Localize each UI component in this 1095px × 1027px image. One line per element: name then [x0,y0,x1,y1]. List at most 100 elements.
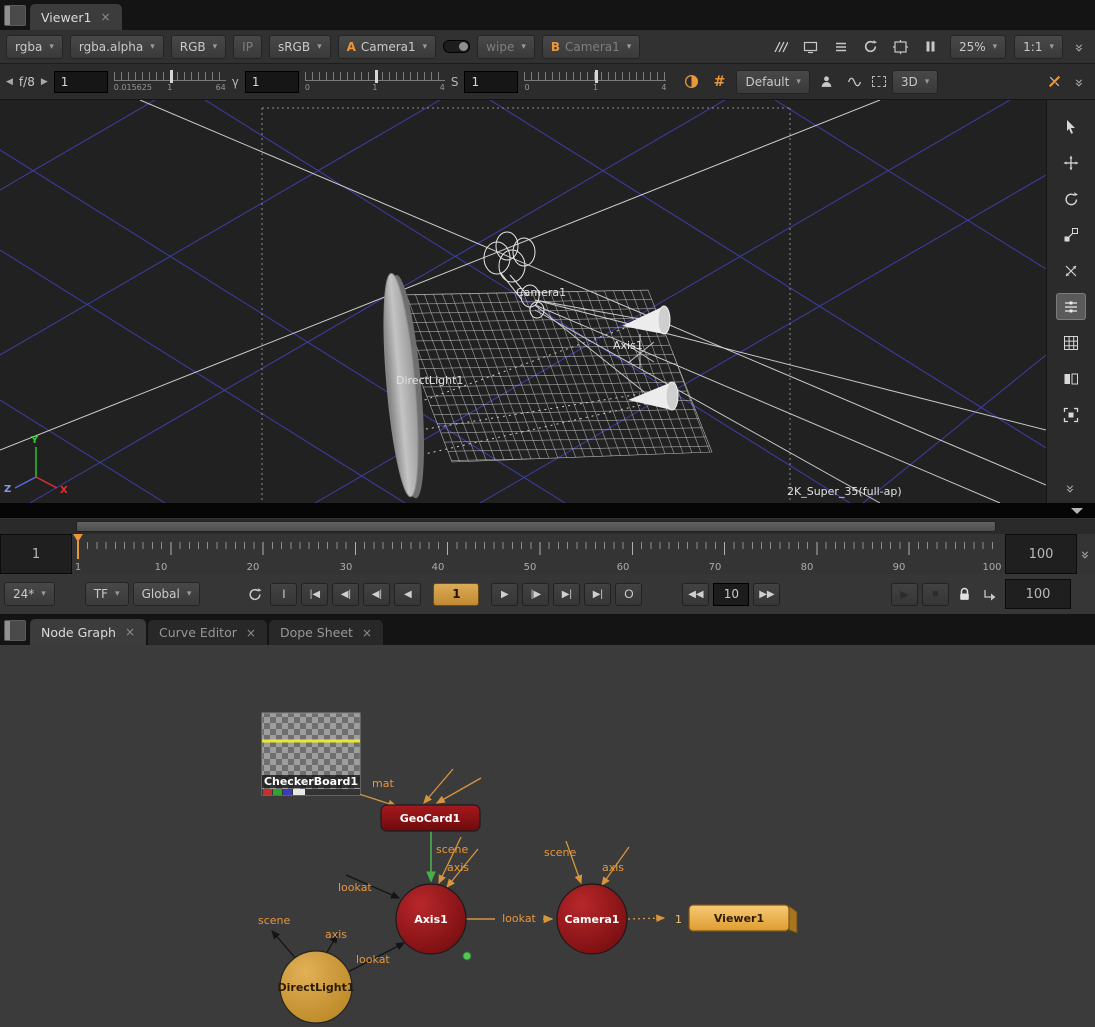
node-viewer1[interactable]: Viewer1 [689,905,797,933]
display-channel-dropdown[interactable]: RGB [171,35,226,59]
node-geocard1[interactable]: GeoCard1 [381,805,480,831]
range-end-field[interactable]: 100 [1005,534,1077,574]
zoom-dropdown[interactable]: 25% [950,35,1006,59]
play-button[interactable]: ▶ [491,583,518,606]
tab-viewer1[interactable]: Viewer1 × [30,4,122,30]
transform-jack-icon[interactable] [1056,257,1086,284]
gamma-field[interactable]: 1 [245,71,299,93]
timeline-expand-chevron-icon[interactable] [1077,543,1095,565]
stop-render-button[interactable]: ■ [922,583,949,606]
blue-chip [283,789,292,795]
panel-menu-icon[interactable] [4,620,26,641]
frame-increment-field[interactable]: 10 [713,583,749,606]
gain-increase-icon[interactable]: ▶ [41,77,48,87]
decrement-button[interactable]: ◀◀ [682,583,709,606]
flipbook-button[interactable]: ▶ [891,583,918,606]
gate-display-icon[interactable] [890,36,912,58]
node-axis1[interactable]: Axis1 [396,884,466,954]
refresh-icon[interactable] [860,36,882,58]
close-icon[interactable]: × [362,626,372,640]
panel-menu-icon[interactable] [4,5,26,26]
playback-loop-icon[interactable] [244,583,266,605]
pixel-aspect-dropdown[interactable]: 1:1 [1014,35,1063,59]
input-process-toggle[interactable]: IP [233,35,262,59]
guides-dropdown[interactable]: Default [736,70,809,94]
frame-range-thumb[interactable] [76,521,996,532]
gain-field[interactable]: 1 [54,71,108,93]
timeline-section: 1 1 10 20 30 40 50 60 70 80 90 100 100 2… [0,518,1095,614]
selectability-toggle-icon[interactable] [1043,71,1065,93]
gain-slider[interactable]: 0.015625 1 64 [114,69,226,95]
close-icon[interactable]: × [125,625,135,639]
split-view-icon[interactable] [1056,365,1086,392]
corner-arrow-icon[interactable] [979,583,1001,605]
tab-node-graph[interactable]: Node Graph × [30,619,146,645]
proxy-toggle-icon[interactable] [770,36,792,58]
viewer-timeline-separator[interactable] [0,503,1095,518]
tab-curve-editor[interactable]: Curve Editor × [148,620,267,645]
step-forward-button[interactable]: |▶ [522,583,549,606]
a-input-dropdown[interactable]: A Camera1 [338,35,437,59]
3d-viewport[interactable]: Camera1 Axis1 DirectLight1 2K_Super_35(f… [0,100,1046,503]
headlamp-lighting-icon[interactable] [680,71,702,93]
timeline-ruler[interactable]: 1 10 20 30 40 50 60 70 80 90 100 [72,534,1005,574]
layout-grid-icon[interactable] [1056,329,1086,356]
range-start-field[interactable]: 1 [0,534,72,574]
wave-icon[interactable] [844,71,866,93]
gamma-slider-handle[interactable] [375,70,378,83]
wipe-mode-dropdown[interactable]: wipe [477,35,535,59]
close-icon[interactable]: × [246,626,256,640]
ab-swap-toggle[interactable] [443,40,470,53]
channels-dropdown[interactable]: rgba [6,35,63,59]
rotate-tool-icon[interactable] [1056,185,1086,212]
play-backward-button[interactable]: ◀ [394,583,421,606]
camera-lock-icon[interactable] [816,71,838,93]
manipulator-handles-icon[interactable] [1056,293,1086,320]
toolbar2-overflow-chevron-icon[interactable] [1071,71,1089,93]
graph-background[interactable] [0,645,1095,1027]
select-tool-icon[interactable] [1056,113,1086,140]
monitor-output-icon[interactable] [800,36,822,58]
node-checkerboard1[interactable]: CheckerBoard1 [262,713,360,795]
grid-toggle-icon[interactable]: # [708,71,730,93]
scale-tool-icon[interactable] [1056,221,1086,248]
label-axis-geo: axis [447,861,469,874]
go-to-start-button[interactable]: |◀ [301,583,328,606]
fps-dropdown[interactable]: 24* [4,582,55,606]
node-camera1[interactable]: Camera1 [557,884,627,954]
timeline-filter-dropdown[interactable]: TF [85,582,129,606]
layer-dropdown[interactable]: rgba.alpha [70,35,164,59]
tab-dope-sheet[interactable]: Dope Sheet × [269,620,383,645]
playback-end-field[interactable]: 100 [1005,579,1071,609]
lock-range-icon[interactable] [953,583,975,605]
translate-tool-icon[interactable] [1056,149,1086,176]
saturation-field[interactable]: 1 [464,71,518,93]
list-icon[interactable] [830,36,852,58]
b-input-dropdown[interactable]: B Camera1 [542,35,640,59]
view-mode-dropdown[interactable]: 3D [892,70,938,94]
close-icon[interactable]: × [100,10,110,24]
set-in-point-button[interactable]: I [270,583,297,606]
step-back-button[interactable]: ◀| [363,583,390,606]
next-keyframe-button[interactable]: ▶| [553,583,580,606]
collapse-triangle-icon[interactable] [1071,508,1083,514]
viewer-process-dropdown[interactable]: sRGB [269,35,331,59]
frame-range-scrollbar[interactable] [0,519,1095,534]
node-graph-canvas[interactable]: mat scene axis lookat lookat scene axis … [0,645,1095,1027]
go-to-end-button[interactable]: ▶| [584,583,611,606]
previous-keyframe-button[interactable]: ◀| [332,583,359,606]
toolbar-overflow-chevron-icon[interactable] [1071,36,1089,58]
saturation-slider-handle[interactable] [595,70,598,83]
selection-marquee-icon[interactable] [872,76,886,87]
gain-slider-handle[interactable] [170,70,173,83]
frame-range-mode-dropdown[interactable]: Global [133,582,201,606]
frame-all-icon[interactable] [1056,401,1086,428]
gain-decrease-icon[interactable]: ◀ [6,77,13,87]
increment-button[interactable]: ▶▶ [753,583,780,606]
gamma-slider[interactable]: 0 1 4 [305,69,445,95]
viewport-tools-chevron-icon[interactable] [1062,477,1080,499]
set-out-point-button[interactable]: O [615,583,642,606]
pause-icon[interactable] [920,36,942,58]
current-frame-field[interactable]: 1 [433,583,479,606]
saturation-slider[interactable]: 0 1 4 [524,69,666,95]
